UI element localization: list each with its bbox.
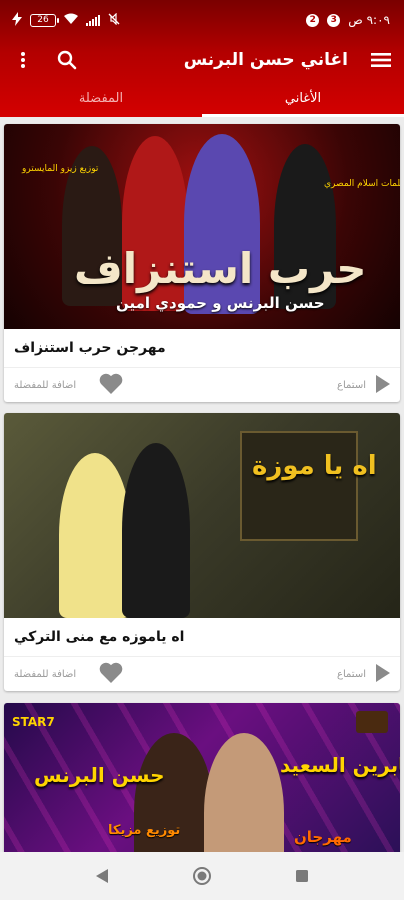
menu-icon[interactable] [368, 47, 394, 73]
play-label: استماع [337, 668, 366, 680]
clock: ٩:٠٩ ص [348, 13, 390, 27]
tab-bar: المفضلة الأغاني [0, 80, 404, 117]
status-bar-left: 26 [12, 11, 120, 29]
song-cover-image: STAR7 حسن البرنس صابرين السعيد توزيع مزي… [4, 703, 400, 852]
cover-badge: STAR7 [12, 715, 55, 729]
battery-level: 26 [37, 14, 49, 25]
play-button[interactable]: استماع [337, 663, 390, 685]
song-actions: اضافة للمفضلة استماع [4, 367, 400, 402]
tab-favorites-label: المفضلة [78, 91, 124, 106]
song-title: اه ياموزه مع منى التركي [14, 629, 185, 645]
signal-icon [86, 14, 100, 26]
song-list: توزيع زيزو المايسترو كلمات اسلام المصري … [0, 117, 404, 852]
app-title: اغاني حسن البرنس [183, 50, 348, 70]
cover-caption: توزيع مزيكا [108, 823, 181, 838]
cover-credit-right: كلمات اسلام المصري [324, 179, 400, 189]
search-icon[interactable] [54, 47, 80, 73]
cover-subtitle: مهرجان [294, 828, 352, 846]
more-options-icon[interactable] [10, 47, 36, 73]
song-card[interactable]: اه يا موزة اه ياموزه مع منى التركي اضافة… [4, 413, 400, 691]
back-icon[interactable] [87, 861, 117, 891]
app-bar-actions [10, 47, 80, 73]
play-icon [376, 663, 390, 685]
song-card[interactable]: STAR7 حسن البرنس صابرين السعيد توزيع مزي… [4, 703, 400, 852]
cover-artist-left: حسن البرنس [34, 763, 165, 787]
cover-headline: حرب استنزاف [74, 244, 367, 293]
app-header: 26 2 3 ٩:٠٩ ص اغاني حسن البرنس المفضلة ا… [0, 0, 404, 117]
play-button[interactable]: استماع [337, 374, 390, 396]
system-navigation-bar [0, 852, 404, 900]
song-cover-image: توزيع زيزو المايسترو كلمات اسلام المصري … [4, 124, 400, 329]
song-cover-image: اه يا موزة [4, 413, 400, 618]
tab-favorites[interactable]: المفضلة [0, 80, 202, 117]
artist-figure [59, 453, 131, 618]
app-bar: اغاني حسن البرنس [0, 40, 404, 80]
song-actions: اضافة للمفضلة استماع [4, 656, 400, 691]
heart-icon [98, 661, 124, 687]
add-favorite-label: اضافة للمفضلة [14, 379, 77, 391]
play-icon [376, 374, 390, 396]
cover-artist-right: صابرين السعيد [280, 753, 400, 777]
song-title: مهرجن حرب استنزاف [14, 340, 166, 356]
add-favorite-label: اضافة للمفضلة [14, 668, 77, 680]
recents-icon[interactable] [287, 861, 317, 891]
tab-songs-label: الأغاني [284, 91, 322, 106]
home-icon[interactable] [187, 861, 217, 891]
add-favorite-button[interactable]: اضافة للمفضلة [14, 372, 124, 398]
cover-logo [356, 711, 388, 733]
status-bar-right: 2 3 ٩:٠٩ ص [306, 13, 390, 27]
app-bar-title-group: اغاني حسن البرنس [184, 47, 394, 73]
battery-icon: 26 [30, 13, 59, 27]
wifi-icon [64, 13, 78, 27]
cover-credit-left: توزيع زيزو المايسترو [22, 164, 99, 174]
cover-credits: حسن البرنس و حمودي امين [116, 294, 325, 312]
play-label: استماع [337, 379, 366, 391]
charging-icon [12, 11, 22, 29]
status-bar: 26 2 3 ٩:٠٩ ص [0, 0, 404, 40]
mute-icon [108, 12, 120, 28]
cover-headline: اه يا موزة [252, 451, 377, 481]
add-favorite-button[interactable]: اضافة للمفضلة [14, 661, 124, 687]
artist-figure [122, 443, 190, 618]
heart-icon [98, 372, 124, 398]
tab-songs[interactable]: الأغاني [202, 80, 404, 117]
cover-sign [240, 431, 358, 541]
song-card[interactable]: توزيع زيزو المايسترو كلمات اسلام المصري … [4, 124, 400, 402]
notification-badge-2: 3 [327, 13, 341, 27]
notification-badge-1: 2 [306, 13, 320, 27]
